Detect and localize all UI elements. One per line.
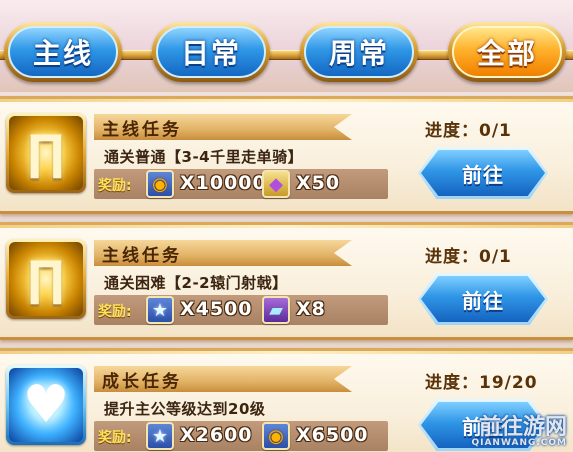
reward-amount: X10000	[180, 172, 267, 194]
site-watermark: 前往游网 QIANWANG.COM	[471, 417, 567, 448]
progress-value: 19/20	[479, 373, 538, 393]
go-button[interactable]: 前往	[418, 147, 548, 199]
tab-label: 主线	[8, 26, 118, 78]
blue-heart-icon: ♥	[9, 368, 83, 442]
tab-label: 日常	[156, 26, 266, 78]
golden-pillar-icon: ∏	[9, 242, 83, 316]
go-button-label: 前往	[421, 276, 545, 322]
watermark-text: 前往游网	[478, 415, 567, 440]
reward-label: 奖励:	[98, 304, 132, 320]
coin-icon: ◉	[146, 170, 174, 198]
gem-icon: ◆	[262, 170, 290, 198]
quest-icon-frame: ∏	[6, 239, 86, 319]
tab-bar: 主线 日常 周常 全部	[0, 0, 573, 92]
quest-category: 成长任务	[94, 366, 352, 392]
tab-daily[interactable]: 日常	[152, 22, 270, 82]
golden-pillar-icon: ∏	[9, 116, 83, 190]
reward-amount: X50	[296, 172, 341, 194]
quest-category: 主线任务	[94, 240, 352, 266]
go-button-label: 前往	[421, 150, 545, 196]
quest-icon-frame: ∏	[6, 113, 86, 193]
quest-progress: 进度：19/20	[425, 368, 538, 393]
go-button[interactable]: 前往	[418, 273, 548, 325]
quest-card: ∏ 主线任务 通关普通【3-4千里走单骑】 奖励: ◉ X10000 ◆ X50…	[0, 96, 573, 214]
reward-label: 奖励:	[98, 178, 132, 194]
quest-description: 提升主公等级达到20级	[104, 400, 266, 418]
tab-main-quests[interactable]: 主线	[4, 22, 122, 82]
progress-label: 进度：	[425, 247, 479, 267]
progress-value: 0/1	[479, 121, 512, 141]
star-icon: ★	[146, 296, 174, 324]
quest-category: 主线任务	[94, 114, 352, 140]
iron-ore-icon: ▰	[262, 296, 290, 324]
tab-label: 全部	[452, 26, 562, 78]
reward-amount: X6500	[296, 424, 369, 446]
progress-value: 0/1	[479, 247, 512, 267]
tab-all[interactable]: 全部	[448, 22, 566, 82]
quest-card: ∏ 主线任务 通关困难【2-2辕门射戟】 奖励: ★ X4500 ▰ X8 进度…	[0, 222, 573, 340]
quest-description: 通关普通【3-4千里走单骑】	[104, 148, 304, 166]
reward-label: 奖励:	[98, 430, 132, 446]
reward-amount: X8	[296, 298, 326, 320]
coin-icon: ◉	[262, 422, 290, 450]
reward-amount: X4500	[180, 298, 253, 320]
tab-weekly[interactable]: 周常	[300, 22, 418, 82]
watermark-url: QIANWANG.COM	[471, 438, 567, 448]
tab-label: 周常	[304, 26, 414, 78]
quest-progress: 进度：0/1	[425, 116, 512, 141]
reward-amount: X2600	[180, 424, 253, 446]
quest-description: 通关困难【2-2辕门射戟】	[104, 274, 288, 292]
progress-label: 进度：	[425, 121, 479, 141]
progress-label: 进度：	[425, 373, 479, 393]
quest-progress: 进度：0/1	[425, 242, 512, 267]
star-icon: ★	[146, 422, 174, 450]
quest-icon-frame: ♥	[6, 365, 86, 445]
